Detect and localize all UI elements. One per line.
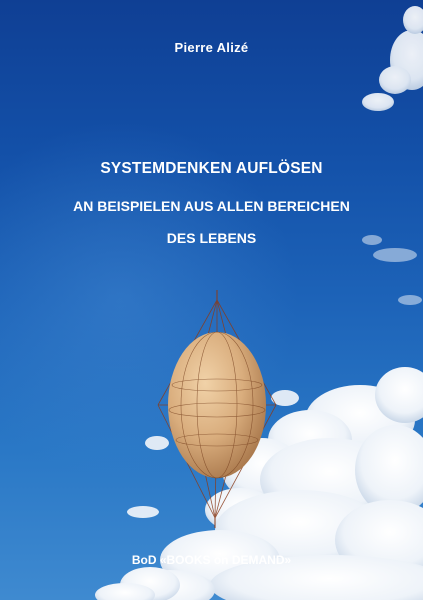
book-title: SYSTEMDENKEN AUFLÖSEN	[100, 160, 323, 177]
title-block: SYSTEMDENKEN AUFLÖSEN AN BEISPIELEN AUS …	[0, 160, 423, 246]
book-subtitle-line2: DES LEBENS	[166, 230, 257, 246]
publisher-label: BoD «BOOKS on DEMAND»	[131, 553, 292, 567]
author-name: Pierre Alizé	[174, 40, 249, 55]
book-subtitle-line1: AN BEISPIELEN AUS ALLEN BEREICHEN	[73, 198, 350, 214]
egg-wireframe-illustration	[157, 290, 277, 528]
book-cover: Pierre Alizé SYSTEMDENKEN AUFLÖSEN AN BE…	[0, 0, 423, 600]
